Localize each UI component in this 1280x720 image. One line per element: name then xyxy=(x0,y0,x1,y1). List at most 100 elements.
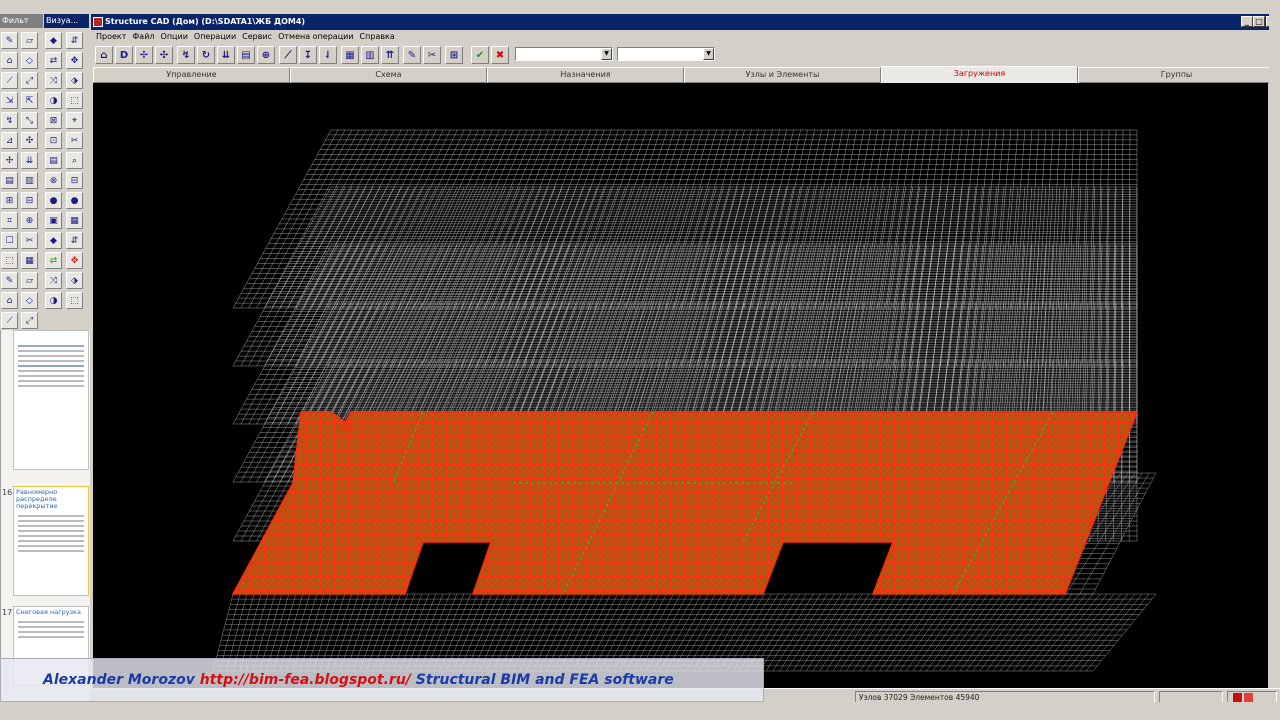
settlement-icon[interactable]: ⇈ xyxy=(381,46,399,64)
force-icon[interactable]: ↯ xyxy=(177,46,195,64)
model-viewport[interactable] xyxy=(93,83,1268,688)
palette-tool-icon[interactable]: ✥ xyxy=(66,52,83,69)
palette-tool-icon[interactable]: ⊟ xyxy=(21,192,38,209)
palette-tool-icon[interactable]: ● xyxy=(66,192,83,209)
palette-tool-icon[interactable]: ⤢ xyxy=(21,312,38,329)
temperature-icon[interactable]: ⊕ xyxy=(257,46,275,64)
palette-tool-icon[interactable]: ▦ xyxy=(66,212,83,229)
trapezoid-load-icon[interactable]: ⟋ xyxy=(279,46,297,64)
palette-tool-icon[interactable]: ⌕ xyxy=(66,152,83,169)
plate-load-icon[interactable]: ▦ xyxy=(341,46,359,64)
palette-tool-icon[interactable]: ⬚ xyxy=(66,92,83,109)
menu-undo[interactable]: Отмена операции xyxy=(275,30,356,44)
palette-tool-icon[interactable]: ▤ xyxy=(1,172,18,189)
palette-tool-icon[interactable]: ⤡ xyxy=(21,112,38,129)
palette-tool-icon[interactable]: ⤨ xyxy=(45,72,62,89)
menu-help[interactable]: Справка xyxy=(357,30,398,44)
palette-tool-icon[interactable]: ⟋ xyxy=(1,72,18,89)
load-list-icon[interactable]: ▤ xyxy=(237,46,255,64)
minimize-button[interactable]: _ xyxy=(1241,16,1253,27)
palette-tool-icon[interactable]: ⊟ xyxy=(66,172,83,189)
palette-tool-icon[interactable]: ⤨ xyxy=(45,272,62,289)
palette-tool-icon[interactable]: ⊠ xyxy=(45,112,62,129)
palette-tool-icon[interactable]: ◆ xyxy=(45,32,62,49)
palette-tool-icon[interactable]: ◇ xyxy=(21,52,38,69)
sidebar-tab-filter[interactable]: Фильт xyxy=(0,14,44,28)
palette-tool-icon[interactable]: ⬗ xyxy=(66,72,83,89)
beam-load-icon[interactable]: ⇃ xyxy=(319,46,337,64)
menu-options[interactable]: Опции xyxy=(158,30,191,44)
schema-icon[interactable]: ⌂ xyxy=(95,46,113,64)
palette-tool-icon[interactable]: ⊿ xyxy=(1,132,18,149)
palette-tool-icon[interactable]: ▥ xyxy=(21,172,38,189)
palette-tool-icon[interactable]: ⇄ xyxy=(45,252,62,269)
menu-project[interactable]: Проект xyxy=(93,30,129,44)
palette-tool-icon[interactable]: ▦ xyxy=(21,252,38,269)
palette-tool-icon[interactable]: ▤ xyxy=(45,152,62,169)
palette-tool-icon[interactable]: ✎ xyxy=(1,272,18,289)
node-icon[interactable]: ✢ xyxy=(135,46,153,64)
apply-icon[interactable]: ✔ xyxy=(471,46,489,64)
edit-load-icon[interactable]: ✎ xyxy=(403,46,421,64)
palette-tool-icon[interactable]: ✂ xyxy=(21,232,38,249)
tab-assignments[interactable]: Назначения xyxy=(487,67,684,83)
palette-tool-icon[interactable]: ✎ xyxy=(1,32,18,49)
node-load-icon[interactable]: ↧ xyxy=(299,46,317,64)
element-icon[interactable]: ✣ xyxy=(155,46,173,64)
cancel-icon[interactable]: ✖ xyxy=(491,46,509,64)
sidebar-tab-visual[interactable]: Визуа... xyxy=(44,14,90,28)
maximize-button[interactable]: □ xyxy=(1253,16,1265,27)
delete-load-icon[interactable]: ✂ xyxy=(423,46,441,64)
distributed-load-icon[interactable]: ⇊ xyxy=(217,46,235,64)
palette-tool-icon[interactable]: ↯ xyxy=(1,112,18,129)
slide-thumbnail-15[interactable] xyxy=(13,330,89,470)
tab-groups[interactable]: Группы xyxy=(1078,67,1275,83)
pressure-icon[interactable]: ▥ xyxy=(361,46,379,64)
palette-tool-icon[interactable]: ⌂ xyxy=(1,292,18,309)
palette-tool-icon[interactable]: ▱ xyxy=(21,32,38,49)
palette-tool-icon[interactable]: ✣ xyxy=(21,132,38,149)
load-type-select[interactable]: ▼ xyxy=(617,47,715,61)
load-case-select[interactable]: ▼ xyxy=(515,47,613,61)
palette-tool-icon[interactable]: ⌂ xyxy=(1,52,18,69)
palette-tool-icon[interactable]: ✥ xyxy=(66,252,83,269)
blog-url[interactable]: http://bim-fea.blogspot.ru/ xyxy=(200,672,411,688)
palette-tool-icon[interactable]: ⬚ xyxy=(66,292,83,309)
menu-service[interactable]: Сервис xyxy=(239,30,275,44)
palette-tool-icon[interactable]: ◑ xyxy=(45,92,62,109)
palette-tool-icon[interactable]: ● xyxy=(45,192,62,209)
palette-tool-icon[interactable]: ▱ xyxy=(21,272,38,289)
palette-tool-icon[interactable]: ⤢ xyxy=(21,72,38,89)
tab-nodes-elements[interactable]: Узлы и Элементы xyxy=(684,67,881,83)
palette-tool-icon[interactable]: ⇵ xyxy=(66,232,83,249)
palette-tool-icon[interactable]: ▣ xyxy=(45,212,62,229)
palette-tool-icon[interactable]: ⌗ xyxy=(1,212,18,229)
tab-control[interactable]: Управление xyxy=(93,67,290,83)
chevron-down-icon[interactable]: ▼ xyxy=(703,48,714,60)
tab-loads[interactable]: Загружения xyxy=(881,66,1078,83)
palette-tool-icon[interactable]: ☐ xyxy=(1,232,18,249)
d-button[interactable]: D xyxy=(115,46,133,64)
moment-icon[interactable]: ↻ xyxy=(197,46,215,64)
palette-tool-icon[interactable]: ⇊ xyxy=(21,152,38,169)
palette-tool-icon[interactable]: ⇄ xyxy=(45,52,62,69)
fe-model-view[interactable] xyxy=(93,83,1268,688)
slide-thumbnail-16[interactable]: Равномерно распределе перекрытие xyxy=(13,486,89,596)
palette-tool-icon[interactable]: ⬗ xyxy=(66,272,83,289)
palette-tool-icon[interactable]: ◑ xyxy=(45,292,62,309)
palette-tool-icon[interactable]: ✢ xyxy=(1,152,18,169)
palette-tool-icon[interactable]: ⊞ xyxy=(1,192,18,209)
palette-tool-icon[interactable]: ⇵ xyxy=(66,32,83,49)
palette-tool-icon[interactable]: ⊗ xyxy=(45,172,62,189)
palette-tool-icon[interactable]: ◆ xyxy=(45,232,62,249)
palette-tool-icon[interactable]: ⬚ xyxy=(1,252,18,269)
palette-tool-icon[interactable]: ⊕ xyxy=(21,212,38,229)
vertical-scrollbar[interactable] xyxy=(1269,14,1280,720)
palette-tool-icon[interactable]: ⇲ xyxy=(1,92,18,109)
palette-tool-icon[interactable]: ⟋ xyxy=(1,312,18,329)
palette-tool-icon[interactable]: ⇱ xyxy=(21,92,38,109)
palette-tool-icon[interactable]: ⊡ xyxy=(45,132,62,149)
mass-icon[interactable]: ⊞ xyxy=(445,46,463,64)
palette-tool-icon[interactable]: ✂ xyxy=(66,132,83,149)
tab-scheme[interactable]: Схема xyxy=(290,67,487,83)
